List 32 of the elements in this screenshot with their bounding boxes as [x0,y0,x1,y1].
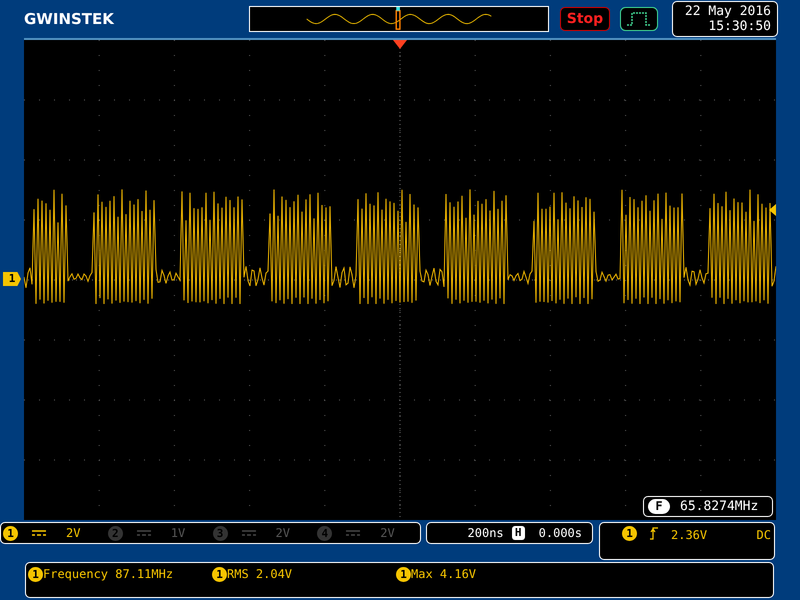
measurement-channel: 1 [396,566,411,582]
horizontal-mode-label: H [512,526,525,540]
counter-value: 65.8274MHz [680,498,758,516]
measurement-reading: RMS 2.04V [227,566,292,583]
measurement-reading: Max 4.16V [411,566,476,583]
trigger-level-icon [769,204,776,216]
channel-scale: 2V [380,525,395,542]
dc-coupling-icon [32,530,46,536]
timebase-scale: 200ns [468,525,504,542]
date-text: 22 May 2016 [684,4,771,19]
run-state-indicator[interactable]: Stop [560,7,610,31]
timebase-position: 0.000s [538,525,582,542]
dc-coupling-icon [136,530,151,536]
measurement-reading: Frequency 87.11MHz [43,566,174,583]
channel-scale: 2V [276,525,290,542]
dc-coupling-icon [346,530,360,536]
time-text: 15:30:50 [708,19,771,34]
trigger-coupling: DC [756,527,771,544]
trigger-position-icon [393,40,407,49]
rising-edge-icon [649,526,659,540]
brand-logo: GWINSTEK [24,8,116,30]
channel-marker: 1 [3,272,21,286]
channel-number: 1 [3,526,18,540]
measurement-channel: 1 [212,566,227,582]
trigger-level: 2.36V [671,527,708,544]
trigger-source: 1 [622,526,637,541]
channel-scale: 1V [170,525,186,542]
measurement-channel: 1 [28,566,43,582]
counter-label: F [648,499,670,514]
dc-coupling-icon [242,530,256,536]
channel-scale: 2V [66,525,80,542]
pulse-icon[interactable] [620,7,658,31]
